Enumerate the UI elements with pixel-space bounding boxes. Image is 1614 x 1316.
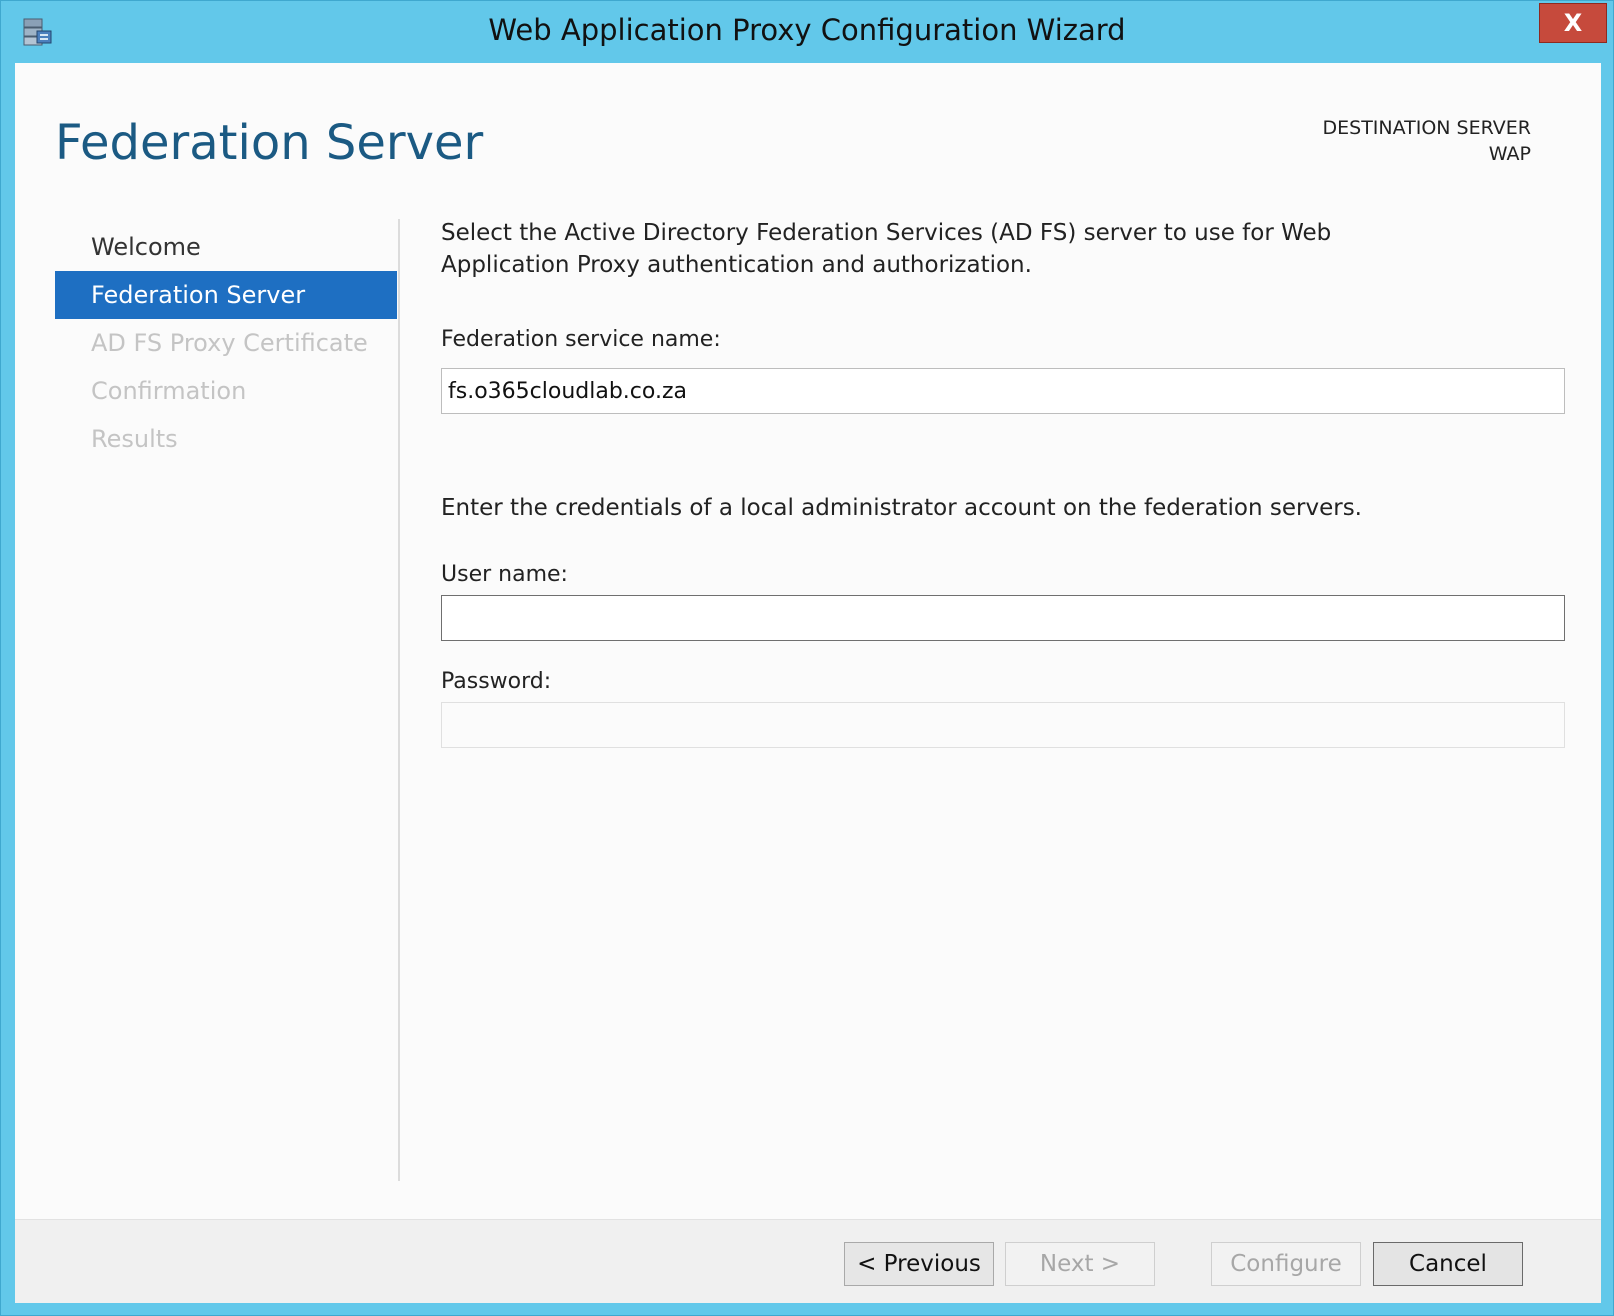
- cancel-button[interactable]: Cancel: [1373, 1242, 1523, 1286]
- nav-item-federation-server[interactable]: Federation Server: [55, 271, 397, 319]
- window-title: Web Application Proxy Configuration Wiza…: [488, 13, 1126, 47]
- next-button: Next >: [1005, 1242, 1155, 1286]
- nav-divider: [398, 219, 400, 1181]
- configure-button: Configure: [1211, 1242, 1361, 1286]
- username-label: User name:: [441, 562, 568, 587]
- nav-item-ad-fs-proxy-certificate: AD FS Proxy Certificate: [91, 329, 368, 357]
- destination-server: DESTINATION SERVER WAP: [1323, 115, 1532, 167]
- password-input[interactable]: [441, 702, 1565, 748]
- credentials-description: Enter the credentials of a local adminis…: [441, 495, 1362, 521]
- nav-item-welcome[interactable]: Welcome: [55, 223, 397, 271]
- username-input[interactable]: [441, 595, 1565, 641]
- previous-button[interactable]: < Previous: [844, 1242, 994, 1286]
- federation-service-input[interactable]: [441, 368, 1565, 414]
- page-title: Federation Server: [55, 115, 484, 171]
- password-label: Password:: [441, 669, 552, 694]
- wizard-footer: < Previous Next > Configure Cancel: [15, 1219, 1601, 1303]
- wizard-client-area: Federation Server DESTINATION SERVER WAP…: [15, 63, 1601, 1303]
- close-button[interactable]: X: [1539, 3, 1607, 43]
- nav-item-results: Results: [91, 425, 178, 453]
- page-description: Select the Active Directory Federation S…: [441, 220, 1332, 278]
- destination-server-value: WAP: [1488, 143, 1531, 165]
- wizard-nav: Welcome Federation Server AD FS Proxy Ce…: [55, 223, 397, 463]
- main-content: Select the Active Directory Federation S…: [441, 217, 1575, 748]
- title-bar[interactable]: Web Application Proxy Configuration Wiza…: [1, 1, 1613, 63]
- nav-item-confirmation: Confirmation: [91, 377, 247, 405]
- destination-server-label: DESTINATION SERVER: [1322, 117, 1532, 139]
- federation-service-label: Federation service name:: [441, 327, 721, 352]
- wizard-window: Web Application Proxy Configuration Wiza…: [0, 0, 1614, 1316]
